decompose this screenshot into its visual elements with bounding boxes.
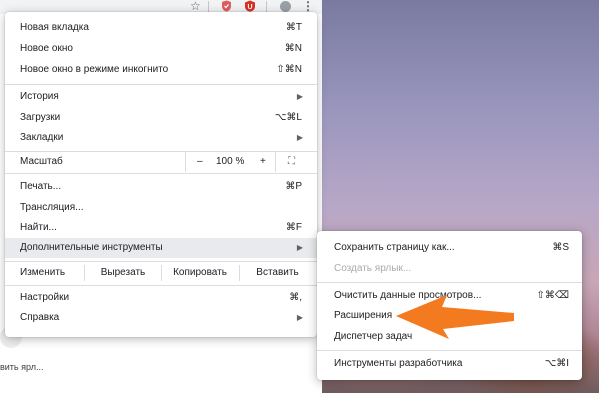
menu-item-label: Диспетчер задач: [334, 331, 413, 342]
toolbar-divider: [208, 1, 209, 12]
zoom-label: Масштаб: [20, 156, 63, 167]
menu-item-label: Справка: [20, 312, 60, 323]
menu-item-label: Новая вкладка: [20, 22, 89, 33]
menu-item-label: Дополнительные инструменты: [20, 242, 163, 253]
menu-item-history[interactable]: История ▶: [5, 87, 317, 107]
menu-item-more-tools[interactable]: Дополнительные инструменты ▶: [5, 238, 317, 258]
menu-item-label: История: [20, 91, 59, 102]
submenu-item-task-manager[interactable]: Диспетчер задач: [317, 327, 582, 347]
menu-item-new-tab[interactable]: Новая вкладка ⌘T: [5, 18, 317, 38]
menu-item-label: Создать ярлык...: [334, 263, 412, 274]
copy-button[interactable]: Копировать: [162, 263, 238, 283]
page-partial-text: вить ярл...: [0, 362, 44, 372]
submenu-arrow-icon: ▶: [296, 133, 303, 142]
zoom-controls: [185, 152, 318, 172]
menu-item-label: Инструменты разработчика: [334, 358, 463, 369]
menu-item-label: Новое окно в режиме инкогнито: [20, 64, 169, 75]
menu-item-help[interactable]: Справка ▶: [5, 308, 317, 328]
star-icon[interactable]: ☆: [190, 0, 201, 12]
toolbar-divider: [266, 1, 267, 12]
zoom-out-button[interactable]: –: [197, 152, 203, 172]
menu-item-label: Расширения: [334, 310, 393, 321]
submenu-arrow-icon: ▶: [296, 92, 303, 101]
submenu-item-dev-tools[interactable]: Инструменты разработчика ⌥⌘I: [317, 354, 582, 374]
submenu-item-extensions[interactable]: Расширения: [317, 306, 582, 326]
menu-divider: [5, 285, 317, 286]
submenu-item-create-shortcut: Создать ярлык...: [317, 259, 582, 279]
menu-item-label: Закладки: [20, 132, 64, 143]
menu-item-label: Загрузки: [20, 112, 61, 123]
fullscreen-icon[interactable]: ⛶: [288, 152, 295, 172]
menu-item-print[interactable]: Печать... ⌘P: [5, 177, 317, 197]
menu-item-shortcut: ⇧⌘N: [276, 64, 302, 75]
svg-text:U: U: [247, 4, 252, 11]
menu-item-label: Трансляция...: [20, 202, 84, 213]
menu-divider: [5, 261, 317, 262]
menu-item-shortcut: ⌘N: [284, 43, 302, 54]
menu-item-shortcut: ⌘P: [285, 181, 302, 192]
menu-item-shortcut: ⌘F: [285, 222, 302, 233]
menu-item-shortcut: ⌘T: [285, 22, 302, 33]
menu-divider: [5, 173, 317, 174]
menu-item-shortcut: ⌘S: [552, 242, 569, 253]
menu-item-new-window[interactable]: Новое окно ⌘N: [5, 39, 317, 59]
menu-item-bookmarks[interactable]: Закладки ▶: [5, 128, 317, 148]
menu-divider: [317, 282, 582, 283]
menu-divider: [5, 84, 317, 85]
zoom-value: 100 %: [216, 156, 245, 167]
menu-item-shortcut: ⌥⌘L: [274, 112, 302, 123]
menu-item-shortcut: ⌥⌘I: [544, 358, 569, 369]
menu-item-label: Печать...: [20, 181, 62, 192]
menu-item-find[interactable]: Найти... ⌘F: [5, 218, 317, 238]
menu-item-label: Очистить данные просмотров...: [334, 290, 482, 301]
profile-icon[interactable]: [280, 1, 291, 12]
submenu-item-clear-data[interactable]: Очистить данные просмотров... ⇧⌘⌫: [317, 286, 582, 306]
shield-extension-icon[interactable]: [221, 0, 232, 12]
menu-divider: [317, 350, 582, 351]
kebab-menu-icon[interactable]: ⋮: [302, 0, 314, 12]
menu-item-label: Настройки: [20, 292, 70, 303]
menu-item-shortcut: ⌘,: [289, 292, 302, 303]
menu-item-incognito[interactable]: Новое окно в режиме инкогнито ⇧⌘N: [5, 60, 317, 80]
menu-item-edit: Изменить Вырезать Копировать Вставить: [5, 263, 317, 283]
zoom-divider: [275, 152, 276, 172]
menu-item-shortcut: ⇧⌘⌫: [536, 290, 569, 301]
cut-button[interactable]: Вырезать: [85, 263, 161, 283]
zoom-in-button[interactable]: +: [260, 152, 266, 172]
submenu-item-save-page[interactable]: Сохранить страницу как... ⌘S: [317, 238, 582, 258]
red-extension-icon[interactable]: U: [244, 0, 256, 12]
menu-item-cast[interactable]: Трансляция...: [5, 198, 317, 218]
more-tools-submenu: Сохранить страницу как... ⌘S Создать ярл…: [317, 231, 582, 380]
submenu-arrow-icon: ▶: [296, 313, 303, 322]
menu-item-label: Новое окно: [20, 43, 73, 54]
menu-item-downloads[interactable]: Загрузки ⌥⌘L: [5, 108, 317, 128]
paste-button[interactable]: Вставить: [240, 263, 315, 283]
browser-main-menu: Новая вкладка ⌘T Новое окно ⌘N Новое окн…: [5, 12, 317, 337]
menu-item-zoom: Масштаб – 100 % + ⛶: [5, 152, 317, 172]
menu-item-settings[interactable]: Настройки ⌘,: [5, 288, 317, 308]
menu-item-label: Сохранить страницу как...: [334, 242, 455, 253]
menu-item-label: Найти...: [20, 222, 57, 233]
submenu-arrow-icon: ▶: [296, 243, 303, 252]
edit-label: Изменить: [20, 267, 66, 278]
